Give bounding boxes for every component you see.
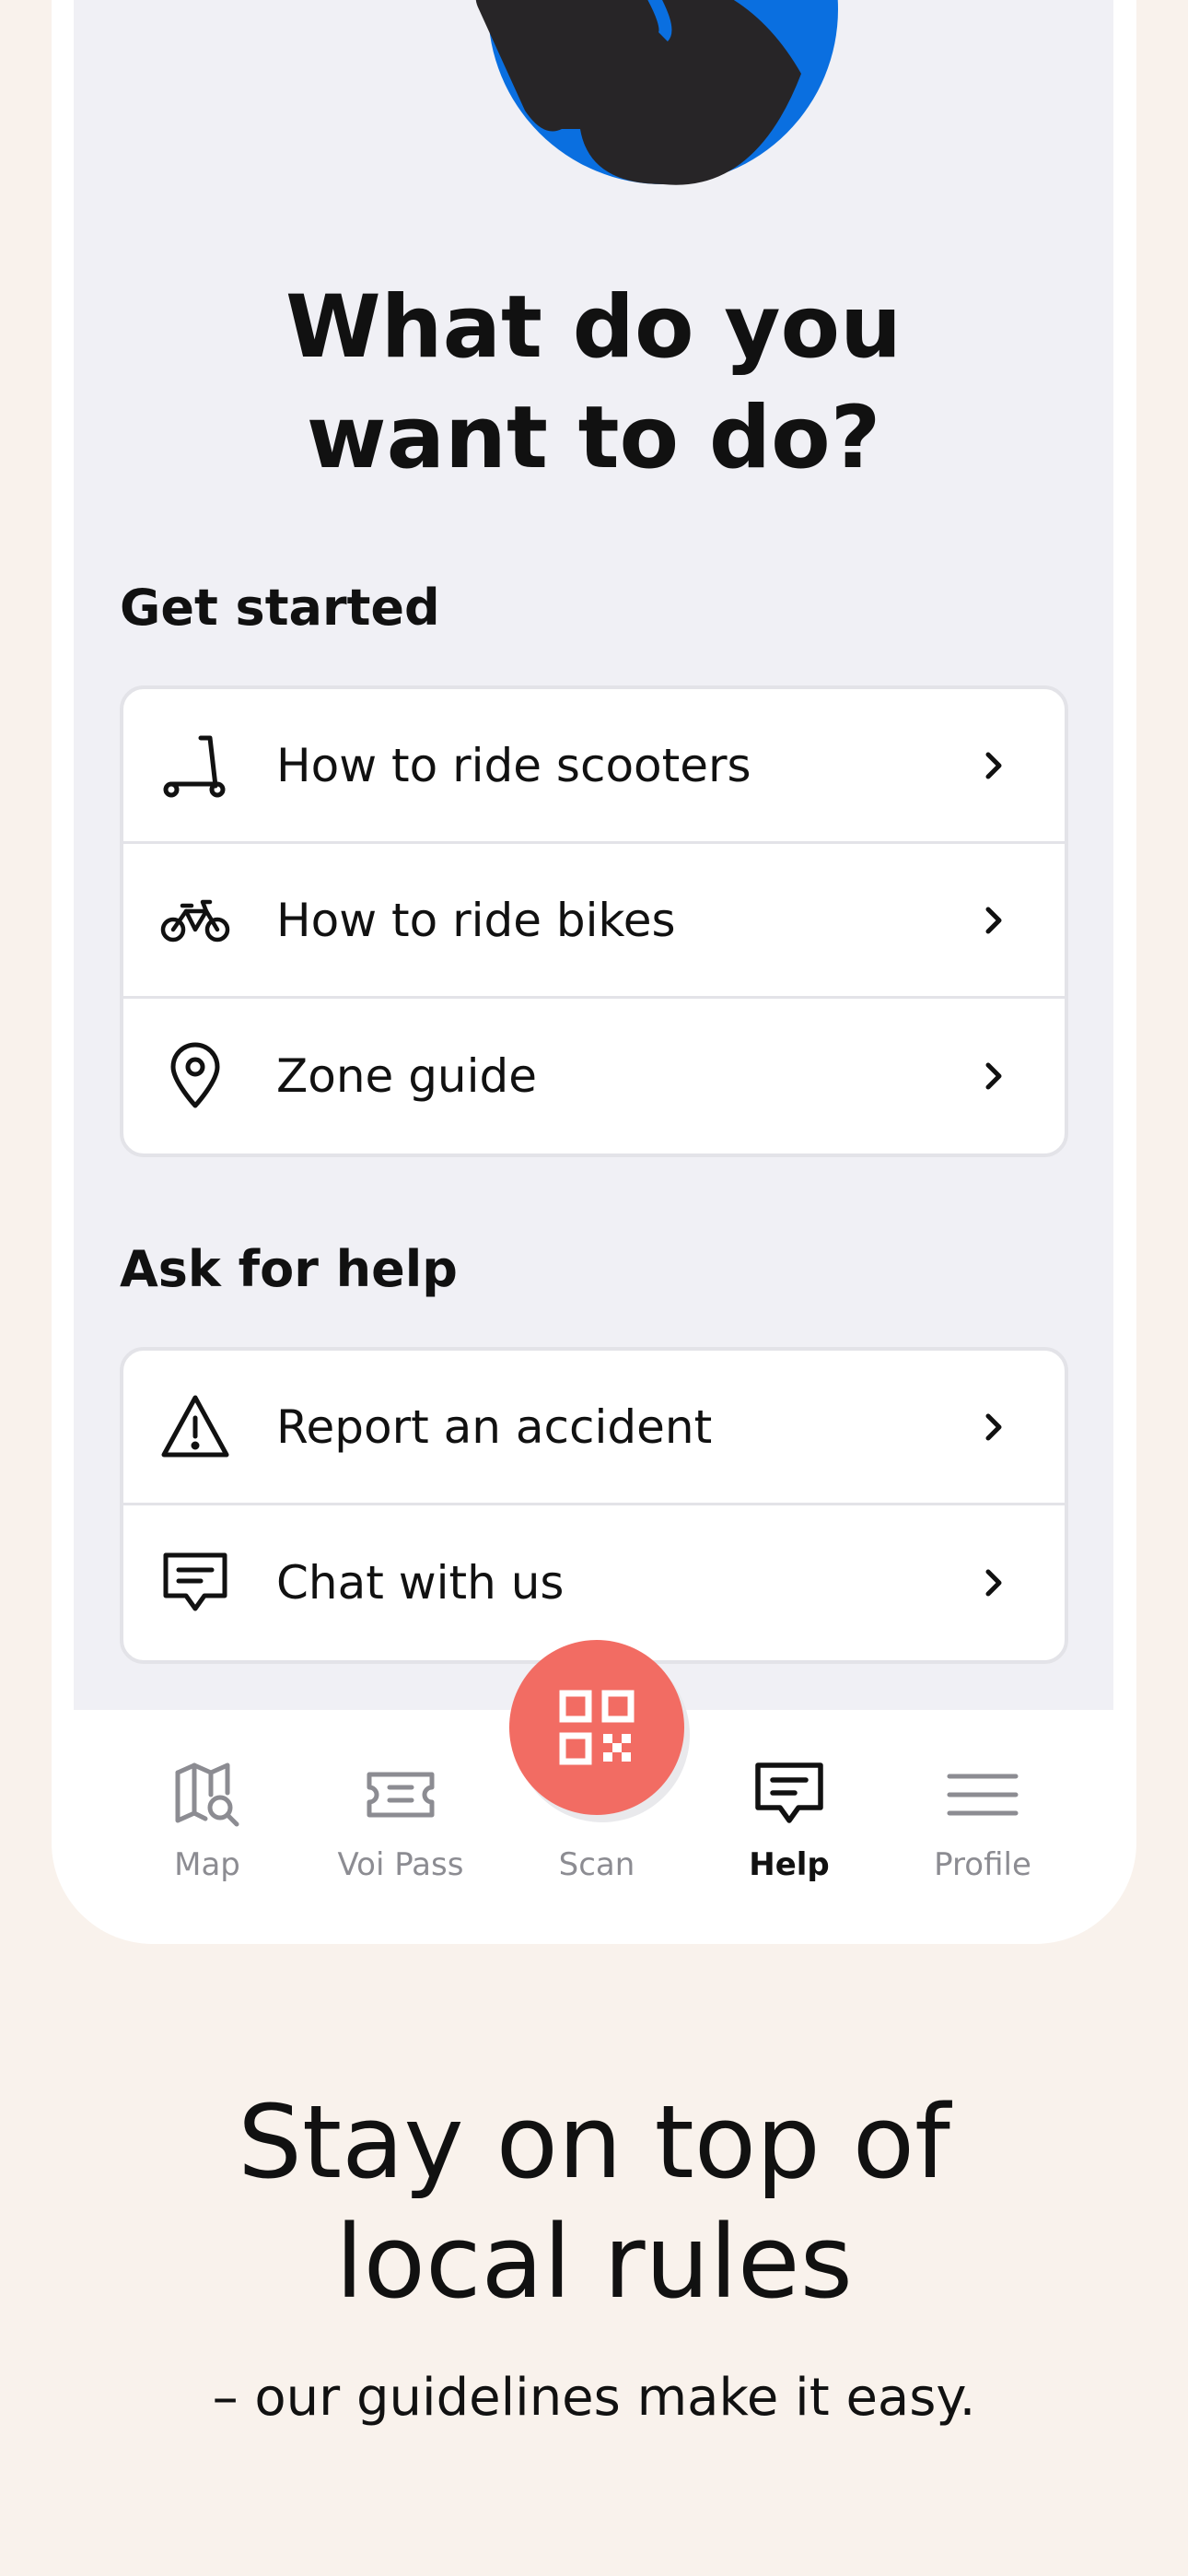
- nav-label: Help: [749, 1846, 830, 1883]
- chevron-right-icon: [985, 1062, 1002, 1090]
- section-title-ask-for-help: Ask for help: [120, 1240, 458, 1298]
- promo-title-text: Stay on top of local rules: [238, 2083, 950, 2321]
- nav-item-scan[interactable]: Scan: [505, 1758, 689, 1883]
- menu-icon: [947, 1774, 1019, 1816]
- nav-label: Profile: [934, 1846, 1031, 1883]
- list-item-ride-scooters[interactable]: How to ride scooters: [123, 689, 1065, 844]
- list-item-report-accident[interactable]: Report an accident: [123, 1351, 1065, 1505]
- page-title-text: What do you want to do?: [285, 277, 903, 488]
- nav-item-map[interactable]: Map: [115, 1758, 299, 1883]
- section-title-get-started: Get started: [120, 579, 440, 637]
- nav-item-profile[interactable]: Profile: [891, 1758, 1075, 1883]
- bike-icon: [158, 884, 232, 957]
- location-pin-icon: [158, 1039, 232, 1113]
- help-illustration: [451, 0, 847, 193]
- qr-code-icon: [559, 1690, 635, 1765]
- nav-label: Scan: [558, 1846, 635, 1883]
- list-item-label: Chat with us: [276, 1556, 565, 1610]
- list-item-label: How to ride bikes: [276, 893, 676, 947]
- nav-label: Map: [174, 1846, 240, 1883]
- ask-for-help-card: Report an accident Chat with us: [120, 1347, 1068, 1664]
- page-title: What do you want to do?: [74, 273, 1113, 494]
- nav-label: Voi Pass: [337, 1846, 464, 1883]
- promo-title: Stay on top of local rules: [0, 2082, 1188, 2322]
- list-item-chat-with-us[interactable]: Chat with us: [123, 1505, 1065, 1660]
- ticket-icon: [367, 1772, 435, 1818]
- scooter-icon: [158, 729, 232, 802]
- chevron-right-icon: [985, 907, 1002, 933]
- get-started-card: How to ride scooters How to ride bikes Z…: [120, 685, 1068, 1157]
- chevron-right-icon: [985, 1413, 1002, 1440]
- warning-icon: [158, 1390, 232, 1464]
- chevron-right-icon: [985, 1569, 1002, 1597]
- chat-icon: [755, 1762, 823, 1823]
- chat-icon: [158, 1546, 232, 1620]
- nav-item-voi-pass[interactable]: Voi Pass: [309, 1758, 493, 1883]
- list-item-label: Report an accident: [276, 1399, 713, 1454]
- promo-subtitle: – our guidelines make it easy.: [212, 2368, 976, 2428]
- list-item-zone-guide[interactable]: Zone guide: [123, 999, 1065, 1153]
- bottom-nav: Map Voi Pass Scan Help Profile: [74, 1640, 1113, 1950]
- list-item-ride-bikes[interactable]: How to ride bikes: [123, 844, 1065, 999]
- nav-item-help[interactable]: Help: [697, 1758, 881, 1883]
- chevron-right-icon: [985, 752, 1002, 779]
- list-item-label: Zone guide: [276, 1049, 538, 1103]
- map-icon: [175, 1762, 239, 1827]
- list-item-label: How to ride scooters: [276, 738, 751, 792]
